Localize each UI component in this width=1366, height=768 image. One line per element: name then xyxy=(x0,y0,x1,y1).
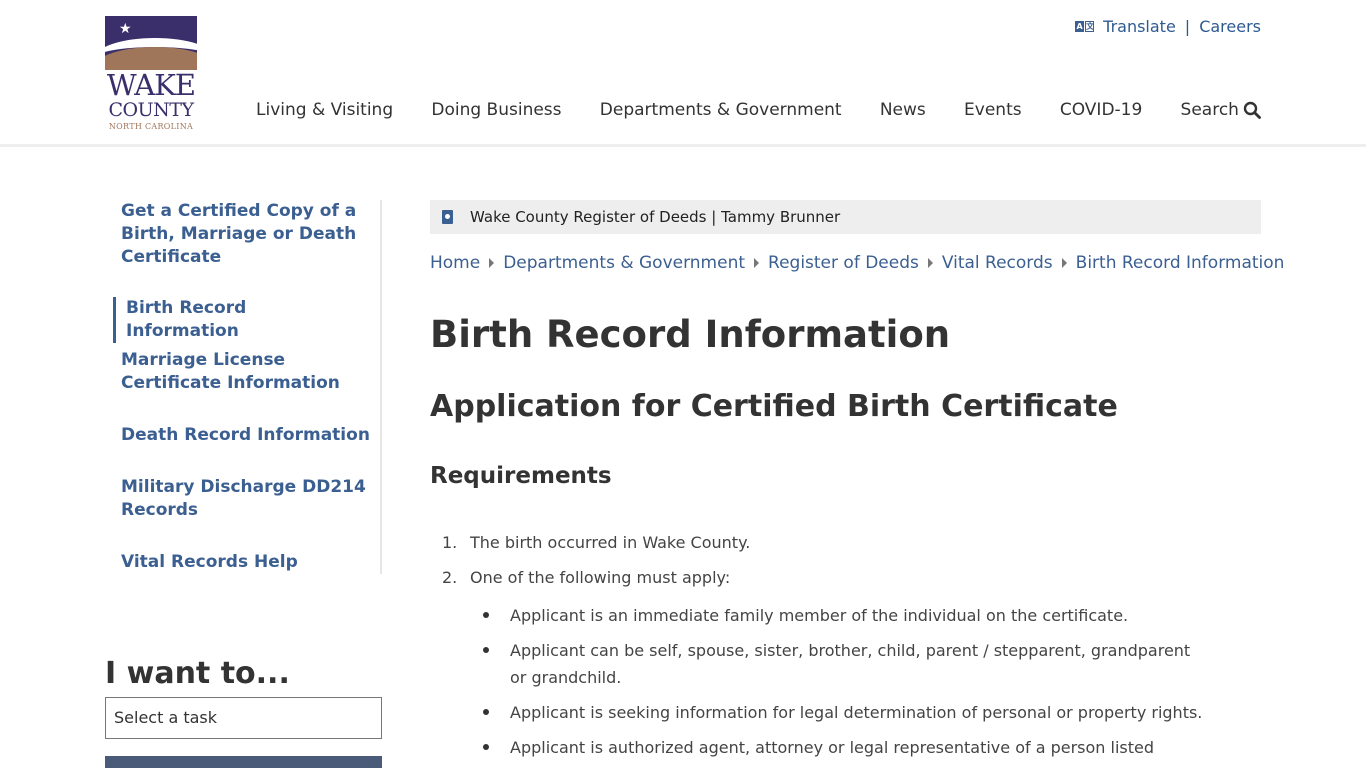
requirements-heading: Requirements xyxy=(430,463,612,489)
section-heading: Application for Certified Birth Certific… xyxy=(430,389,1118,424)
list-text: One of the following must apply: xyxy=(470,568,731,587)
bullet-text: Applicant is an immediate family member … xyxy=(510,606,1129,625)
sidebar-item-marriage-license[interactable]: Marriage License Certificate Information xyxy=(121,349,371,395)
section-sidebar: Get a Certified Copy of a Birth, Marriag… xyxy=(113,200,382,574)
bullet-text: Applicant is authorized agent, attorney … xyxy=(510,738,1155,768)
bullet-text: Applicant can be self, spouse, sister, b… xyxy=(510,641,1191,687)
nav-search-button[interactable]: Search xyxy=(1181,100,1261,120)
logo-county: COUNTY xyxy=(108,99,194,121)
list-number: 1. xyxy=(442,533,458,552)
breadcrumb-vital-records[interactable]: Vital Records xyxy=(942,253,1053,273)
translate-icon[interactable]: A 文 xyxy=(1075,20,1095,33)
bullet-icon xyxy=(483,647,489,653)
nav-news[interactable]: News xyxy=(880,100,926,120)
caret-right-icon xyxy=(489,258,495,268)
wake-county-logo[interactable]: ★ WAKE COUNTY NORTH CAROLINA xyxy=(105,16,197,134)
caret-right-icon xyxy=(1061,258,1067,268)
bullet-text: Applicant is seeking information for leg… xyxy=(510,703,1203,722)
star-icon: ★ xyxy=(119,21,132,37)
list-text: The birth occurred in Wake County. xyxy=(470,533,751,552)
sidebar-item-death-record[interactable]: Death Record Information xyxy=(121,424,371,447)
breadcrumb-departments[interactable]: Departments & Government xyxy=(503,253,745,273)
sidebar-item-military-discharge[interactable]: Military Discharge DD214 Records xyxy=(121,476,371,522)
nav-doing-business[interactable]: Doing Business xyxy=(431,100,561,120)
task-go-button[interactable] xyxy=(105,756,382,768)
sidebar-item-vital-records-help[interactable]: Vital Records Help xyxy=(121,551,371,574)
breadcrumb-birth-record[interactable]: Birth Record Information xyxy=(1076,253,1285,273)
task-select[interactable]: Select a task xyxy=(105,697,382,739)
bullet-icon xyxy=(483,709,489,715)
utility-links: A 文 Translate | Careers xyxy=(1075,17,1261,36)
breadcrumb-register-of-deeds[interactable]: Register of Deeds xyxy=(768,253,919,273)
caret-right-icon xyxy=(927,258,933,268)
logo-wake: WAKE xyxy=(106,68,196,102)
careers-link[interactable]: Careers xyxy=(1199,17,1261,36)
contact-card-icon xyxy=(442,210,453,224)
nav-search-label: Search xyxy=(1180,100,1239,120)
nav-living-visiting[interactable]: Living & Visiting xyxy=(256,100,393,120)
breadcrumb: Home Departments & Government Register o… xyxy=(430,253,1284,273)
page-title: Birth Record Information xyxy=(430,313,951,356)
agency-bar: Wake County Register of Deeds | Tammy Br… xyxy=(430,200,1261,234)
nav-covid-19[interactable]: COVID-19 xyxy=(1060,100,1142,120)
site-header: ★ WAKE COUNTY NORTH CAROLINA A 文 Transla… xyxy=(0,0,1366,147)
utility-separator: | xyxy=(1184,17,1191,36)
list-number: 2. xyxy=(442,568,458,587)
bullet-icon xyxy=(483,612,489,618)
nav-events[interactable]: Events xyxy=(964,100,1022,120)
bullet-icon xyxy=(483,744,489,750)
logo-state: NORTH CAROLINA xyxy=(108,122,194,131)
main-nav: Living & Visiting Doing Business Departm… xyxy=(256,100,1261,120)
breadcrumb-home[interactable]: Home xyxy=(430,253,480,273)
caret-right-icon xyxy=(754,258,760,268)
sidebar-item-birth-record[interactable]: Birth Record Information xyxy=(113,297,363,343)
logo-flag: ★ xyxy=(105,16,197,70)
sidebar-item-certified-copy[interactable]: Get a Certified Copy of a Birth, Marriag… xyxy=(121,200,371,269)
nav-departments-government[interactable]: Departments & Government xyxy=(600,100,842,120)
translate-link[interactable]: Translate xyxy=(1103,17,1176,36)
search-icon xyxy=(1243,101,1261,119)
agency-name[interactable]: Wake County Register of Deeds | Tammy Br… xyxy=(470,208,840,226)
i-want-to-heading: I want to... xyxy=(105,656,290,691)
